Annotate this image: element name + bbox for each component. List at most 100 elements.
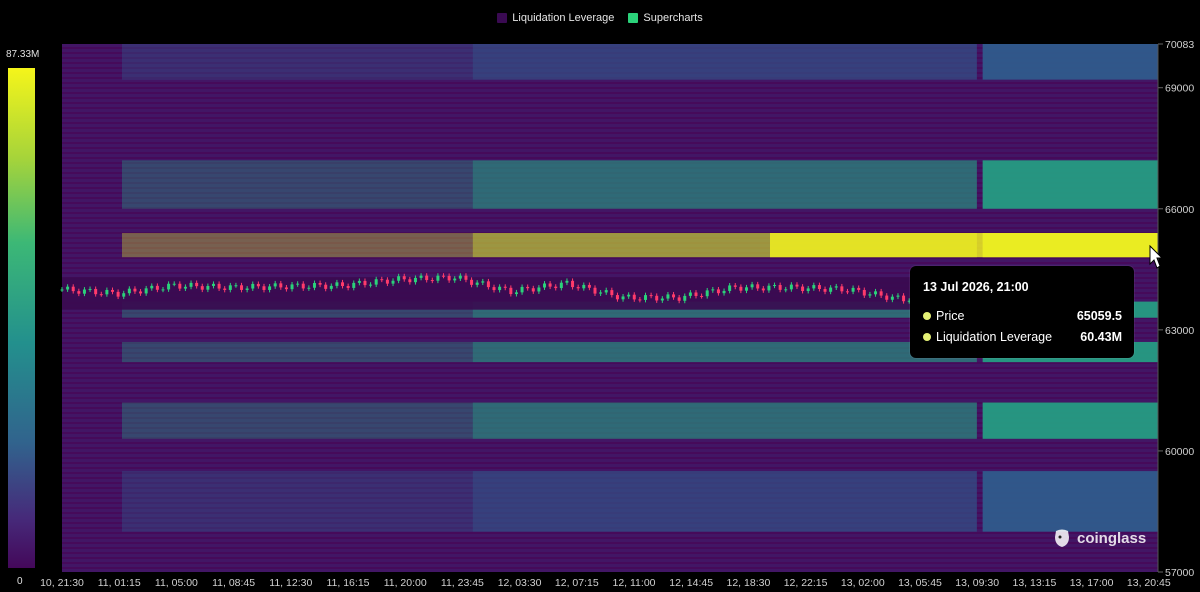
x-axis-tick-label: 11, 08:45 <box>212 577 255 589</box>
price-candle <box>571 280 575 288</box>
price-candle <box>279 283 283 288</box>
price-candle <box>773 285 777 287</box>
price-candle <box>144 288 148 294</box>
price-candle <box>509 287 513 295</box>
price-candle <box>744 287 748 291</box>
price-candle <box>778 285 782 290</box>
price-candle <box>318 282 322 285</box>
heatmap-streak <box>62 104 1158 107</box>
x-axis-tick-label: 13, 02:00 <box>841 577 885 589</box>
price-candle <box>733 285 737 287</box>
price-candle <box>369 284 373 286</box>
heatmap-streak <box>62 89 1158 92</box>
tooltip-value-leverage: 60.43M <box>1080 330 1122 344</box>
price-candle <box>408 279 412 283</box>
price-candle <box>716 289 720 294</box>
price-candle <box>587 284 591 288</box>
price-candle <box>127 288 131 294</box>
price-candle <box>312 282 316 288</box>
liquidation-band <box>472 341 977 363</box>
price-candle <box>829 287 833 292</box>
price-candle <box>397 276 401 281</box>
price-candle <box>301 283 305 289</box>
price-candle <box>133 288 137 292</box>
price-candle <box>672 294 676 298</box>
y-axis-tick-label: 63000 <box>1165 325 1194 337</box>
price-candle <box>498 286 502 291</box>
price-candle <box>481 281 485 283</box>
heatmap-streak <box>62 464 1158 467</box>
heatmap-streak <box>62 564 1158 567</box>
price-candle <box>756 284 760 289</box>
heatmap-streak <box>62 114 1158 117</box>
tooltip-row-price: Price 65059.5 <box>923 309 1122 323</box>
price-candle <box>99 294 103 296</box>
price-candle <box>486 281 490 288</box>
heatmap-streak <box>62 94 1158 97</box>
heatmap-streak <box>62 84 1158 87</box>
price-candle <box>88 288 92 290</box>
x-axis-tick-label: 12, 11:00 <box>612 577 655 589</box>
heatmap-streak <box>62 444 1158 447</box>
price-candle <box>896 295 900 297</box>
price-candle <box>789 284 793 290</box>
price-candle <box>167 283 171 290</box>
price-candle <box>447 275 451 281</box>
x-axis-tick-label: 13, 17:00 <box>1070 577 1114 589</box>
heatmap-streak <box>62 534 1158 537</box>
price-candle <box>627 294 631 297</box>
price-candle <box>419 275 423 278</box>
heatmap-streak <box>62 449 1158 452</box>
x-axis-tick-label: 12, 22:15 <box>784 577 828 589</box>
price-candle <box>526 286 530 289</box>
price-candle <box>638 299 642 301</box>
x-axis-tick-label: 11, 12:30 <box>269 577 312 589</box>
heatmap-streak <box>62 219 1158 222</box>
price-candle <box>694 292 698 296</box>
price-candle <box>200 286 204 290</box>
price-candle <box>851 287 855 292</box>
tooltip-dot-leverage <box>923 333 931 341</box>
heatmap-streak <box>62 99 1158 102</box>
price-candle <box>632 294 636 300</box>
liquidation-band <box>122 232 473 258</box>
price-candle <box>161 289 165 291</box>
price-candle <box>189 282 193 287</box>
heatmap-streak <box>62 119 1158 122</box>
x-axis-tick-label: 11, 20:00 <box>384 577 427 589</box>
price-candle <box>660 298 664 301</box>
price-candle <box>890 296 894 300</box>
heatmap-streak <box>62 539 1158 542</box>
price-candle <box>284 287 288 290</box>
price-candle <box>700 295 704 297</box>
heatmap-streak <box>62 154 1158 157</box>
price-candle <box>885 295 889 300</box>
heatmap-streak <box>62 554 1158 557</box>
price-candle <box>503 286 507 288</box>
price-candle <box>335 282 339 286</box>
price-candle <box>155 285 159 290</box>
price-candle <box>543 283 547 288</box>
price-candle <box>806 288 810 292</box>
price-candle <box>492 287 496 291</box>
price-candle <box>116 291 120 297</box>
price-candle <box>436 275 440 281</box>
price-candle <box>71 286 75 292</box>
price-candle <box>425 275 429 281</box>
price-candle <box>705 290 709 297</box>
liquidation-band <box>472 402 977 439</box>
price-candle <box>604 290 608 293</box>
price-candle <box>565 280 569 283</box>
price-candle <box>739 286 743 291</box>
price-candle <box>94 288 98 295</box>
heatmap-streak <box>62 369 1158 372</box>
price-candle <box>341 282 345 287</box>
price-candle <box>845 291 849 293</box>
price-candle <box>750 284 754 288</box>
price-candle <box>77 291 81 294</box>
price-candle <box>60 289 64 291</box>
heatmap-streak <box>62 259 1158 262</box>
price-candle <box>363 280 367 286</box>
price-candle <box>761 288 765 291</box>
heatmap-streak <box>62 549 1158 552</box>
